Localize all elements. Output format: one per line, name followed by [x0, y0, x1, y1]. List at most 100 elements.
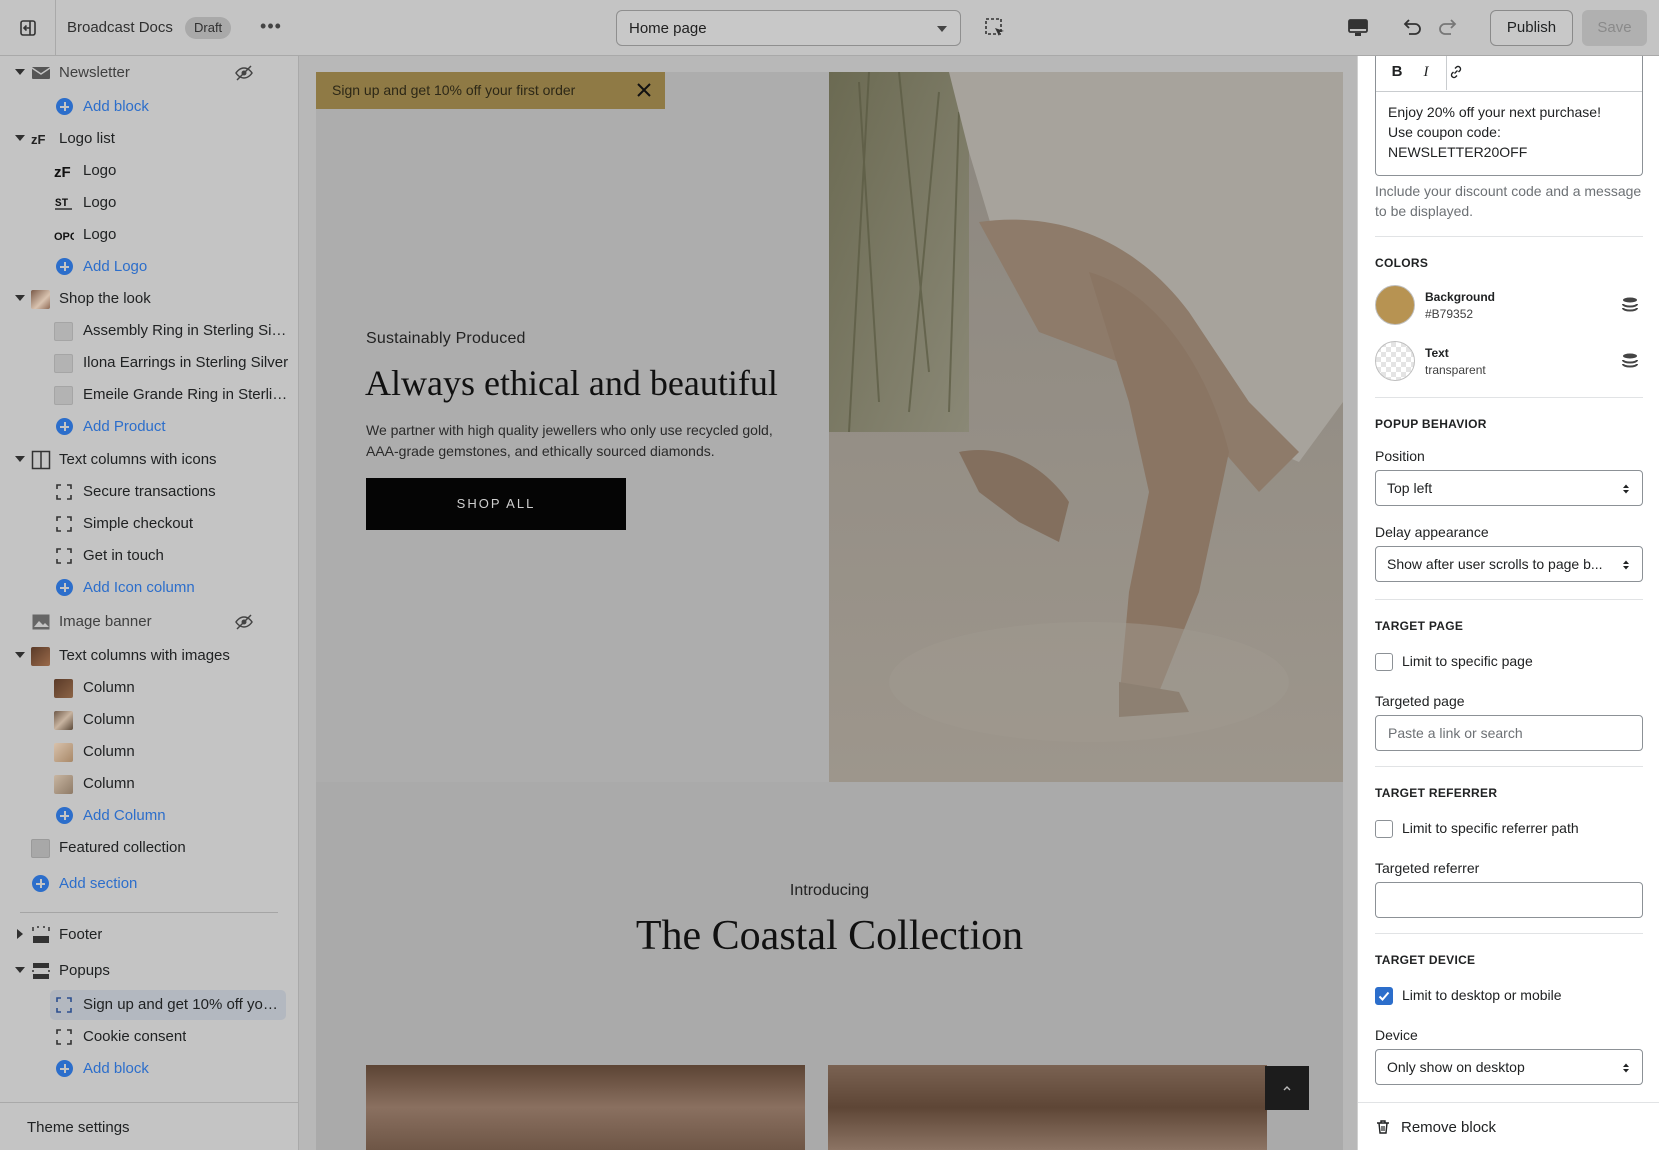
section-newsletter[interactable]: Newsletter	[0, 58, 298, 88]
undo-icon[interactable]	[1400, 15, 1424, 39]
block-product[interactable]: Assembly Ring in Sterling Silver	[0, 316, 298, 346]
more-actions-icon[interactable]: •••	[258, 14, 284, 42]
device-select[interactable]: Only show on desktop	[1375, 1049, 1643, 1085]
block-cookie-consent[interactable]: Cookie consent	[0, 1022, 298, 1052]
collapse-icon[interactable]	[15, 135, 25, 141]
block-label: Sign up and get 10% off your ...	[83, 996, 283, 1013]
text-color-swatch[interactable]	[1375, 341, 1415, 381]
delay-select[interactable]: Show after user scrolls to page b...	[1375, 546, 1643, 582]
shop-all-button[interactable]: SHOP ALL	[366, 478, 626, 530]
desktop-icon[interactable]	[1347, 17, 1369, 39]
collapse-icon[interactable]	[15, 967, 25, 973]
block-logo[interactable]: ST Logo	[0, 188, 298, 218]
block-icon-column[interactable]: Get in touch	[0, 541, 298, 571]
remove-block-button[interactable]: Remove block	[1358, 1102, 1659, 1150]
collection-image-2[interactable]	[828, 1065, 1267, 1150]
colors-heading: COLORS	[1375, 256, 1429, 270]
targeted-referrer-input[interactable]	[1377, 884, 1641, 916]
column-thumbnail	[54, 743, 73, 762]
limit-referrer-checkbox[interactable]	[1375, 820, 1393, 838]
signup-popup[interactable]: Sign up and get 10% off your first order	[316, 72, 665, 109]
section-image-banner[interactable]: Image banner	[0, 607, 298, 637]
color-scheme-icon[interactable]	[1621, 352, 1639, 370]
add-icon-column[interactable]: Add Icon column	[0, 573, 298, 603]
add-section[interactable]: Add section	[0, 869, 298, 899]
collapse-icon[interactable]	[15, 456, 25, 462]
save-button[interactable]: Save	[1582, 10, 1647, 46]
collapse-icon[interactable]	[15, 652, 25, 658]
divider	[1375, 236, 1643, 237]
scroll-to-top-button[interactable]	[1265, 1066, 1309, 1110]
targeted-page-input[interactable]	[1377, 717, 1641, 749]
block-popup-signup[interactable]: Sign up and get 10% off your ...	[0, 990, 298, 1020]
block-logo[interactable]: OPO Logo	[0, 220, 298, 250]
top-bar: Broadcast Docs Draft ••• Home page Publi…	[0, 0, 1659, 56]
add-block-newsletter[interactable]: Add block	[0, 92, 298, 122]
block-label: Get in touch	[83, 547, 164, 564]
collapse-icon[interactable]	[15, 69, 25, 75]
exit-button[interactable]	[0, 0, 56, 56]
device-value: Only show on desktop	[1387, 1059, 1525, 1075]
targeted-page-field[interactable]	[1375, 715, 1643, 751]
collection-title: The Coastal Collection	[635, 913, 1024, 959]
section-text-columns-icons[interactable]: Text columns with icons	[0, 445, 298, 475]
collection-image-1[interactable]	[366, 1065, 805, 1150]
background-color-swatch[interactable]	[1375, 285, 1415, 325]
block-icon-column[interactable]: Secure transactions	[0, 477, 298, 507]
block-label: Ilona Earrings in Sterling Silver	[83, 354, 289, 371]
add-block-label: Add block	[83, 1060, 149, 1077]
limit-device-checkbox[interactable]	[1375, 987, 1393, 1005]
column-thumbnail	[54, 679, 73, 698]
publish-button[interactable]: Publish	[1490, 10, 1573, 46]
block-product[interactable]: Emeile Grande Ring in Sterlin...	[0, 380, 298, 410]
add-column[interactable]: Add Column	[0, 801, 298, 831]
position-select[interactable]: Top left	[1375, 470, 1643, 506]
add-block-popups[interactable]: Add block	[0, 1054, 298, 1084]
section-shop-the-look[interactable]: Shop the look	[0, 284, 298, 314]
section-footer[interactable]: Footer	[0, 920, 298, 950]
section-popups[interactable]: Popups	[0, 956, 298, 986]
block-product[interactable]: Ilona Earrings in Sterling Silver	[0, 348, 298, 378]
block-column[interactable]: Column	[0, 705, 298, 735]
color-scheme-icon[interactable]	[1621, 296, 1639, 314]
block-icon-column[interactable]: Simple checkout	[0, 509, 298, 539]
divider	[20, 912, 278, 913]
close-icon[interactable]	[636, 82, 652, 98]
divider	[1375, 933, 1643, 934]
message-text[interactable]: Enjoy 20% off your next purchase! Use co…	[1388, 102, 1636, 162]
block-label: Logo	[83, 226, 117, 243]
collapse-icon[interactable]	[15, 295, 25, 301]
inspect-icon[interactable]	[984, 17, 1006, 39]
targeted-referrer-field[interactable]	[1375, 882, 1643, 918]
image-icon	[32, 614, 50, 630]
block-column[interactable]: Column	[0, 737, 298, 767]
link-icon[interactable]	[1448, 64, 1464, 80]
redo-icon[interactable]	[1436, 15, 1460, 39]
add-logo[interactable]: Add Logo	[0, 252, 298, 282]
section-logo-list[interactable]: zF Logo list	[0, 124, 298, 154]
hidden-eye-icon[interactable]	[235, 64, 253, 82]
block-column[interactable]: Column	[0, 673, 298, 703]
block-logo[interactable]: zF Logo	[0, 156, 298, 186]
section-featured-collection[interactable]: Featured collection	[0, 833, 298, 863]
limit-page-checkbox[interactable]	[1375, 653, 1393, 671]
expand-icon[interactable]	[17, 929, 23, 939]
block-column[interactable]: Column	[0, 769, 298, 799]
page-select[interactable]: Home page	[616, 10, 961, 46]
editor-toolbar: B I	[1376, 56, 1642, 92]
add-block-label: Add block	[83, 98, 149, 115]
divider	[1375, 766, 1643, 767]
italic-icon[interactable]: I	[1415, 58, 1437, 86]
section-thumbnail	[31, 647, 50, 666]
status-badge: Draft	[185, 17, 232, 39]
section-text-columns-images[interactable]: Text columns with images	[0, 641, 298, 671]
theme-settings-button[interactable]: Theme settings	[0, 1102, 298, 1150]
add-product[interactable]: Add Product	[0, 412, 298, 442]
bold-icon[interactable]: B	[1386, 58, 1408, 86]
divider	[1375, 599, 1643, 600]
store-preview[interactable]: Sustainably Produced Always ethical and …	[316, 72, 1343, 1150]
background-color-label: Background	[1425, 290, 1496, 304]
message-editor[interactable]: B I Enjoy 20% off your next purchase! Us…	[1375, 56, 1643, 176]
delay-value: Show after user scrolls to page b...	[1387, 556, 1603, 572]
hidden-eye-icon[interactable]	[235, 613, 253, 631]
